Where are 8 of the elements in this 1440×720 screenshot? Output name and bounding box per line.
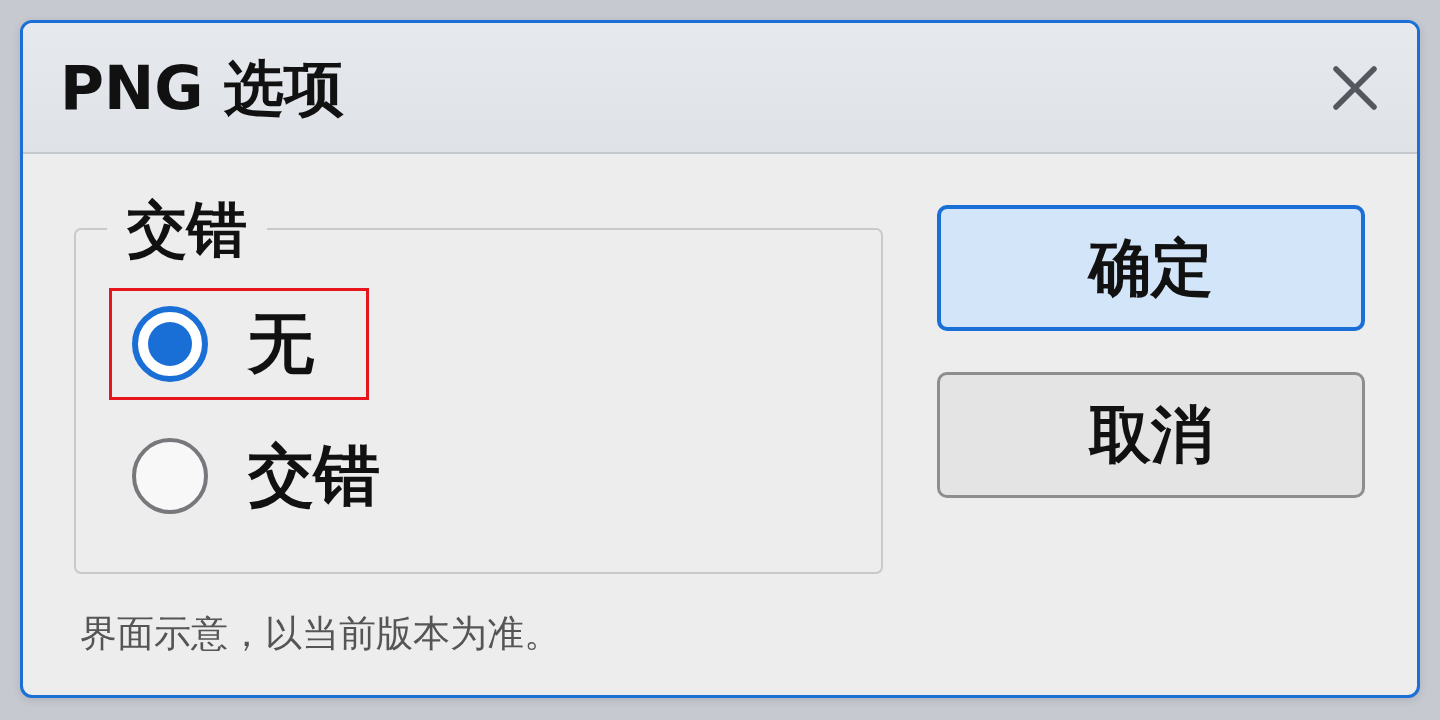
close-icon[interactable]: [1333, 65, 1377, 110]
window-title: PNG 选项: [60, 51, 345, 124]
radio-label[interactable]: 交错: [248, 436, 380, 516]
note-text: 界面示意，以当前版本为准。: [80, 612, 562, 657]
cancel-button[interactable]: 取消: [937, 372, 1365, 498]
group-label: 交错: [126, 193, 248, 265]
radio-label[interactable]: 无: [248, 304, 314, 384]
confirm-button[interactable]: 确定: [937, 205, 1365, 331]
